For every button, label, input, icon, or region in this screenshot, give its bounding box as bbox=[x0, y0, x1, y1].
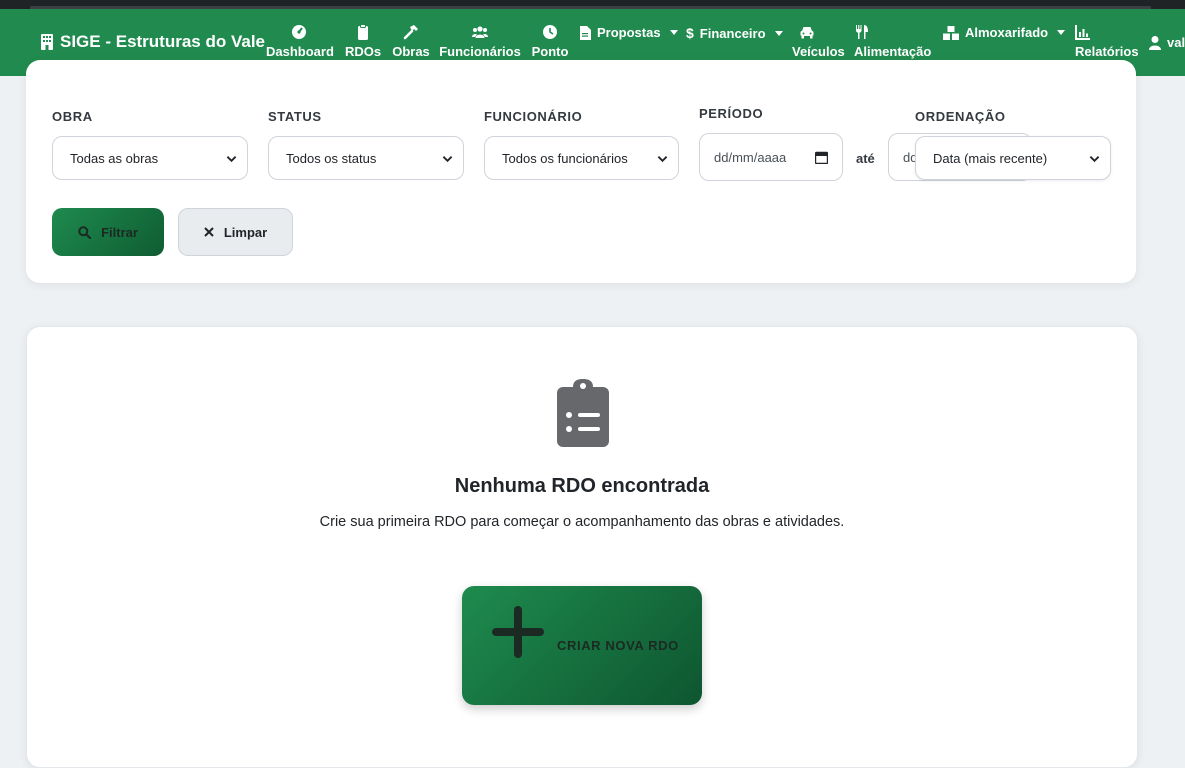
chevron-down-icon bbox=[774, 30, 783, 36]
obra-label: OBRA bbox=[52, 109, 93, 124]
periodo-label: PERÍODO bbox=[699, 106, 764, 121]
nav-almoxarifado[interactable]: Almoxarifado bbox=[943, 25, 1066, 40]
brand-label: SIGE - Estruturas do Vale bbox=[60, 32, 266, 51]
clear-button-label: Limpar bbox=[223, 224, 268, 240]
utensils-icon bbox=[856, 25, 868, 39]
nav-user-label: val bbox=[1167, 35, 1185, 50]
nav-alimentacao-label: Alimentação bbox=[854, 44, 932, 59]
funcionario-label: FUNCIONÁRIO bbox=[484, 109, 583, 124]
nav-relatorios-label: Relatórios bbox=[1075, 44, 1139, 59]
status-select[interactable]: Todos os status bbox=[268, 136, 464, 180]
funcionario-select[interactable]: Todos os funcionários bbox=[484, 136, 679, 180]
clipboard-list-icon bbox=[557, 379, 609, 447]
funcionario-select-value: Todos os funcionários bbox=[502, 151, 628, 166]
close-icon bbox=[204, 227, 214, 237]
nav-user[interactable]: val bbox=[1149, 35, 1185, 50]
empty-state-title: Nenhuma RDO encontrada bbox=[454, 475, 710, 497]
nav-financeiro[interactable]: $ Financeiro bbox=[686, 25, 783, 41]
nav-propostas[interactable]: Propostas bbox=[580, 25, 678, 40]
chevron-down-icon bbox=[226, 156, 237, 163]
status-select-value: Todos os status bbox=[286, 151, 377, 166]
filter-card: OBRA Todas as obras STATUS Todos os stat… bbox=[26, 60, 1136, 283]
users-icon bbox=[472, 26, 488, 38]
date-from-placeholder: dd/mm/aaaa bbox=[714, 150, 787, 165]
nav-obras-label: Obras bbox=[392, 44, 430, 59]
dollar-icon: $ bbox=[686, 25, 694, 41]
car-icon bbox=[800, 27, 814, 39]
nav-financeiro-label: Financeiro bbox=[699, 25, 766, 41]
chart-icon bbox=[1075, 25, 1090, 40]
date-from-input[interactable]: dd/mm/aaaa bbox=[699, 133, 843, 181]
nav-veiculos-label: Veículos bbox=[792, 44, 845, 59]
ordenacao-select[interactable]: Data (mais recente) bbox=[915, 136, 1111, 180]
window-top-strip bbox=[0, 0, 1185, 9]
nav-dashboard-label: Dashboard bbox=[266, 44, 334, 59]
building-icon bbox=[41, 34, 53, 50]
create-rdo-button-label: CRIAR NOVA RDO bbox=[557, 638, 679, 653]
nav-propostas-label: Propostas bbox=[597, 25, 661, 40]
empty-state-subtitle: Crie sua primeira RDO para começar o aco… bbox=[319, 514, 845, 530]
chevron-down-icon bbox=[1089, 156, 1100, 163]
nav-funcionarios-label: Funcionários bbox=[439, 44, 521, 59]
chevron-down-icon bbox=[669, 30, 678, 35]
obra-select-value: Todas as obras bbox=[70, 151, 159, 166]
filter-button[interactable]: Filtrar bbox=[52, 208, 164, 256]
ordenacao-label: ORDENAÇÃO bbox=[915, 109, 1006, 124]
chevron-down-icon bbox=[1057, 30, 1066, 35]
empty-state-card: Nenhuma RDO encontrada Crie sua primeira… bbox=[26, 326, 1138, 768]
plus-icon bbox=[492, 606, 544, 658]
calendar-icon[interactable] bbox=[815, 151, 828, 164]
clipboard-icon bbox=[358, 24, 368, 40]
chevron-down-icon bbox=[442, 156, 453, 163]
clock-icon bbox=[543, 25, 557, 39]
boxes-icon bbox=[943, 25, 959, 40]
ordenacao-select-value: Data (mais recente) bbox=[933, 151, 1048, 166]
ate-label: até bbox=[856, 151, 875, 166]
filter-button-label: Filtrar bbox=[101, 224, 138, 240]
nav-rdos-label: RDOs bbox=[344, 44, 382, 59]
brand[interactable]: SIGE - Estruturas do Vale bbox=[40, 32, 265, 52]
user-icon bbox=[1149, 35, 1161, 50]
obra-select[interactable]: Todas as obras bbox=[52, 136, 248, 180]
create-rdo-button[interactable]: CRIAR NOVA RDO bbox=[462, 586, 702, 705]
gauge-icon bbox=[292, 25, 306, 39]
chevron-down-icon bbox=[657, 156, 668, 163]
search-icon bbox=[78, 225, 92, 239]
clear-button[interactable]: Limpar bbox=[178, 208, 293, 256]
nav-ponto-label: Ponto bbox=[531, 44, 569, 59]
status-label: STATUS bbox=[268, 109, 322, 124]
hammer-icon bbox=[403, 25, 418, 40]
nav-almoxarifado-label: Almoxarifado bbox=[965, 25, 1049, 40]
file-icon bbox=[580, 25, 591, 40]
